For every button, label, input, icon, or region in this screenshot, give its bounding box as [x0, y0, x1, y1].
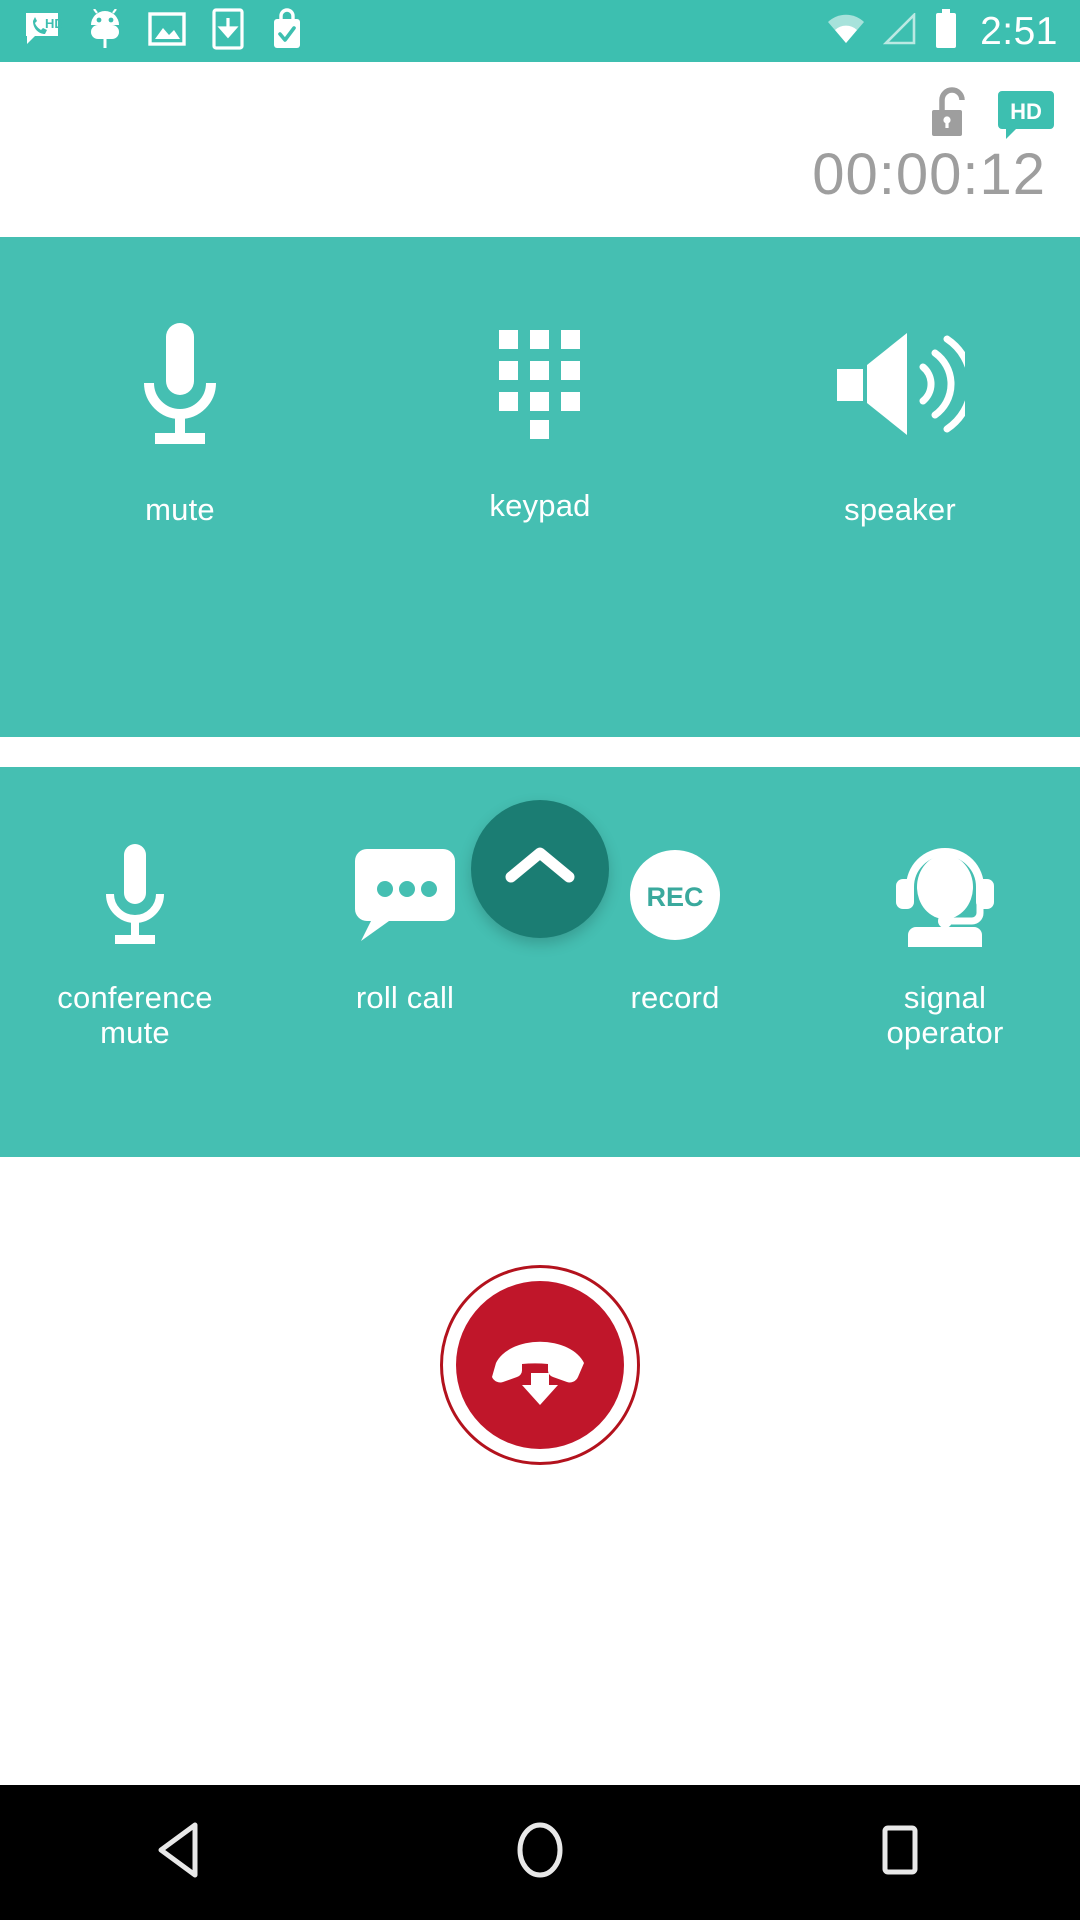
triangle-back-icon	[153, 1821, 207, 1884]
mute-button[interactable]: mute	[0, 319, 360, 528]
phone-screen: HD 2:51 HD 00:00:12 mute keypad speaker …	[0, 0, 1080, 1920]
hd-call-icon: HD	[22, 9, 64, 54]
nav-back-button[interactable]	[90, 1785, 270, 1920]
screenshot-image-icon	[148, 10, 186, 53]
mute-label: mute	[145, 492, 215, 527]
nav-recents-button[interactable]	[810, 1785, 990, 1920]
conference-mute-label: conference mute	[57, 980, 213, 1050]
signal-icon	[882, 11, 918, 50]
microphone-icon	[139, 319, 221, 449]
speaker-button[interactable]: speaker	[720, 319, 1080, 528]
roll-call-label: roll call	[355, 980, 455, 1015]
android-bot-icon	[88, 7, 122, 54]
svg-text:HD: HD	[1010, 99, 1042, 124]
android-nav-bar	[0, 1785, 1080, 1920]
microphone-icon	[102, 839, 168, 951]
keypad-label: keypad	[489, 488, 591, 523]
status-bar-left-icons: HD	[22, 7, 826, 55]
signal-operator-label: signal operator	[886, 980, 1004, 1050]
svg-text:HD: HD	[45, 16, 62, 31]
primary-controls-row: mute keypad speaker	[0, 237, 1080, 528]
work-briefcase-check-icon	[270, 7, 304, 55]
end-call-area	[0, 1157, 1080, 1572]
status-bar-clock: 2:51	[980, 9, 1058, 53]
keypad-button[interactable]: keypad	[360, 319, 720, 524]
end-call-button[interactable]	[440, 1264, 640, 1465]
call-timer: 00:00:12	[812, 142, 1046, 207]
speaker-label: speaker	[844, 492, 956, 527]
battery-icon	[934, 8, 958, 54]
headset-operator-icon	[892, 839, 998, 951]
record-label: record	[630, 980, 720, 1015]
primary-controls-panel: mute keypad speaker	[0, 237, 1080, 737]
svg-text:REC: REC	[646, 882, 703, 912]
download-to-device-icon	[212, 7, 244, 55]
conference-mute-button[interactable]: conference mute	[0, 839, 270, 1050]
panel-divider	[0, 737, 1080, 767]
expand-call-options-button[interactable]	[471, 800, 609, 938]
hang-up-phone-icon	[488, 1319, 592, 1410]
end-call-button-inner	[456, 1280, 624, 1449]
status-bar-right-icons: 2:51	[826, 8, 1058, 54]
call-header: HD 00:00:12	[0, 62, 1080, 237]
call-header-badges: HD	[928, 86, 1054, 147]
chevron-up-icon	[505, 845, 575, 894]
square-recents-icon	[873, 1821, 927, 1884]
speech-bubble-icon	[355, 839, 455, 951]
dialpad-icon	[497, 319, 583, 449]
signal-operator-button[interactable]: signal operator	[810, 839, 1080, 1050]
speaker-icon	[835, 319, 965, 449]
status-bar: HD 2:51	[0, 0, 1080, 62]
unlock-icon	[928, 86, 974, 147]
circle-home-icon	[513, 1821, 567, 1884]
wifi-icon	[826, 13, 866, 50]
hd-badge-icon: HD	[998, 89, 1054, 144]
nav-home-button[interactable]	[450, 1785, 630, 1920]
record-icon: REC	[629, 839, 721, 951]
